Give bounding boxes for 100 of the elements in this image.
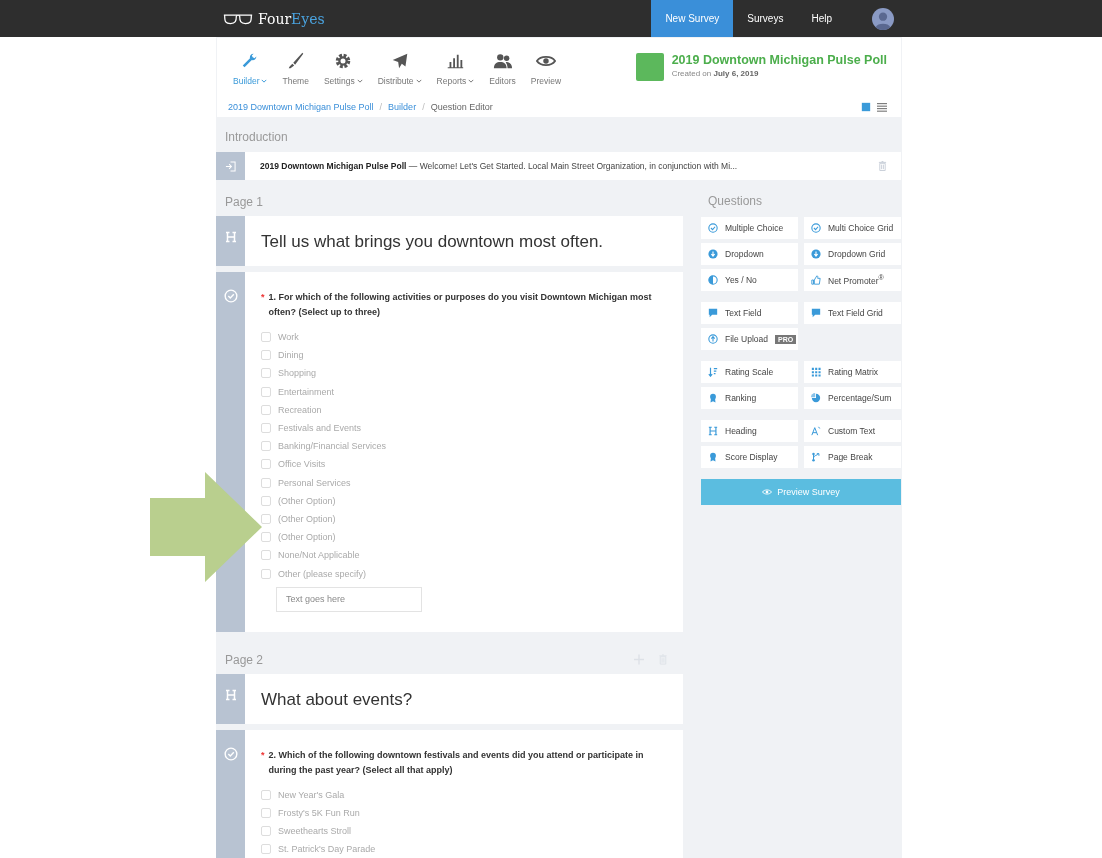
question-type-button[interactable]: Multiple Choice xyxy=(701,217,798,239)
eye-icon xyxy=(762,487,773,497)
heading-block[interactable]: What about events? xyxy=(216,673,683,724)
section-label: Introduction xyxy=(224,129,289,146)
toolbar-button[interactable]: Preview xyxy=(524,47,568,90)
checkbox[interactable] xyxy=(261,807,271,818)
heading-block[interactable]: Tell us what brings you downtown most often. xyxy=(216,216,683,266)
checkbox[interactable] xyxy=(261,477,271,488)
option-label: Personal Services xyxy=(278,477,351,488)
grid-view-icon[interactable] xyxy=(861,102,871,112)
heading-icon xyxy=(708,426,718,436)
checkbox[interactable] xyxy=(261,789,271,800)
question-type-button[interactable]: Dropdown xyxy=(701,243,798,265)
intro-text: 2019 Downtown Michigan Pulse Poll — Welcome! Let's Get Started. Local Main Street Organization, in conjunction with Mi... xyxy=(260,161,739,171)
question-type-button[interactable]: Text Field Grid xyxy=(804,302,901,324)
question-text: 1. For which of the following activities or purposes do you visit Downtown Michigan most often? (Select up to three) xyxy=(268,291,653,319)
avatar-icon[interactable] xyxy=(872,7,894,30)
toolbar-button[interactable]: Distribute xyxy=(371,47,428,90)
input-field[interactable]: Text goes here xyxy=(276,586,422,612)
checkbox[interactable] xyxy=(261,568,271,579)
question-type-button[interactable]: Yes / No xyxy=(701,269,798,291)
option-label: Dining xyxy=(278,350,304,361)
question-type-button[interactable]: Rating Matrix xyxy=(804,361,901,383)
toolbar-button[interactable]: Editors xyxy=(483,47,522,90)
survey-title: 2019 Downtown Michigan Pulse Poll xyxy=(671,53,887,67)
check-circle-icon xyxy=(223,289,238,303)
people-icon xyxy=(492,51,513,71)
option-label: Recreation xyxy=(278,404,322,415)
question-type-button[interactable]: Ranking xyxy=(701,387,798,409)
checkbox[interactable] xyxy=(261,459,271,470)
checkbox[interactable] xyxy=(261,550,271,561)
checkbox[interactable] xyxy=(261,844,271,855)
heading-text: What about events? xyxy=(260,688,414,711)
checkbox[interactable] xyxy=(261,368,271,379)
ribbon-icon xyxy=(708,393,718,403)
heading-icon xyxy=(224,688,237,701)
option-label: St. Patrick's Day Parade xyxy=(278,844,376,855)
speech-bubble-icon xyxy=(708,308,718,318)
question-type-button[interactable]: Score Display xyxy=(701,446,798,468)
checkbox[interactable] xyxy=(261,332,271,343)
thumbs-up-icon xyxy=(811,275,821,285)
checkbox[interactable] xyxy=(261,386,271,397)
question-type-button[interactable]: Percentage/Sum xyxy=(804,387,901,409)
intro-bar[interactable]: 2019 Downtown Michigan Pulse Poll — Welcome! Let's Get Started. Local Main Street Organization, in conjunction with Mi... xyxy=(216,152,901,180)
brand-name[interactable]: FourEyes xyxy=(258,10,325,27)
question-type-button[interactable]: Net Promoter$^{®}$ xyxy=(804,269,901,291)
option-label: Office Visits xyxy=(278,459,326,470)
page-label: Page 1 xyxy=(225,195,264,209)
question-type-button[interactable]: Page Break xyxy=(804,446,901,468)
sort-icon xyxy=(708,367,718,377)
option-label: (Other Option) xyxy=(278,513,336,524)
question-type-button[interactable]: Text Field xyxy=(701,302,798,324)
list-view-icon[interactable] xyxy=(877,102,887,112)
caret-icon xyxy=(415,79,422,83)
option-label: (Other Option) xyxy=(278,495,336,506)
upload-icon xyxy=(708,334,718,344)
heading-icon xyxy=(224,231,237,243)
created-date: Created on July 6, 2019 xyxy=(671,69,760,78)
question-type-button[interactable]: Multi Choice Grid xyxy=(804,217,901,239)
question-type-button[interactable]: Heading xyxy=(701,420,798,442)
caret-icon xyxy=(261,79,268,83)
checkbox[interactable] xyxy=(261,350,271,361)
breadcrumb-link[interactable]: Builder xyxy=(388,102,417,112)
checkbox[interactable] xyxy=(261,532,271,543)
toolbar-button[interactable]: Settings xyxy=(317,47,369,90)
nav-link[interactable]: Help xyxy=(797,0,846,37)
checkbox[interactable] xyxy=(261,404,271,415)
checkbox[interactable] xyxy=(261,513,271,524)
font-icon xyxy=(811,426,821,436)
page-label: Page 2 xyxy=(225,652,264,667)
breadcrumb-current: Question Editor xyxy=(430,102,493,112)
question-block[interactable] xyxy=(216,729,683,858)
checkbox[interactable] xyxy=(261,423,271,434)
dropdown-icon xyxy=(708,249,718,259)
breadcrumb-link[interactable]: 2019 Downtown Michigan Pulse Poll xyxy=(228,102,374,112)
toolbar-button[interactable]: Reports xyxy=(430,47,481,90)
nav-link[interactable]: Surveys xyxy=(733,0,798,37)
checkbox[interactable] xyxy=(261,826,271,837)
caret-icon xyxy=(356,79,363,83)
speech-bubble-icon xyxy=(811,308,821,318)
required-mark: * xyxy=(261,291,265,304)
question-type-button[interactable]: Rating Scale xyxy=(701,361,798,383)
panel-title: Questions xyxy=(707,194,764,210)
option-label: Sweethearts Stroll xyxy=(278,826,352,837)
option-label: Banking/Financial Services xyxy=(278,441,387,452)
trash-icon[interactable] xyxy=(878,160,887,172)
option-label: Other (please specify) xyxy=(278,568,367,579)
question-block[interactable] xyxy=(216,272,683,632)
check-circle-icon xyxy=(811,223,821,233)
toolbar-button[interactable]: Theme xyxy=(276,47,315,90)
question-type-button[interactable]: Custom Text xyxy=(804,420,901,442)
option-label: Festivals and Events xyxy=(278,423,362,434)
option-label: New Year's Gala xyxy=(278,789,345,800)
checkbox[interactable] xyxy=(261,441,271,452)
option-label: Frosty's 5K Fun Run xyxy=(278,807,360,818)
check-circle-icon xyxy=(708,223,718,233)
dropdown-icon xyxy=(811,249,821,259)
branch-icon xyxy=(811,452,821,462)
question-type-button[interactable]: Dropdown Grid xyxy=(804,243,901,265)
checkbox[interactable] xyxy=(261,495,271,506)
